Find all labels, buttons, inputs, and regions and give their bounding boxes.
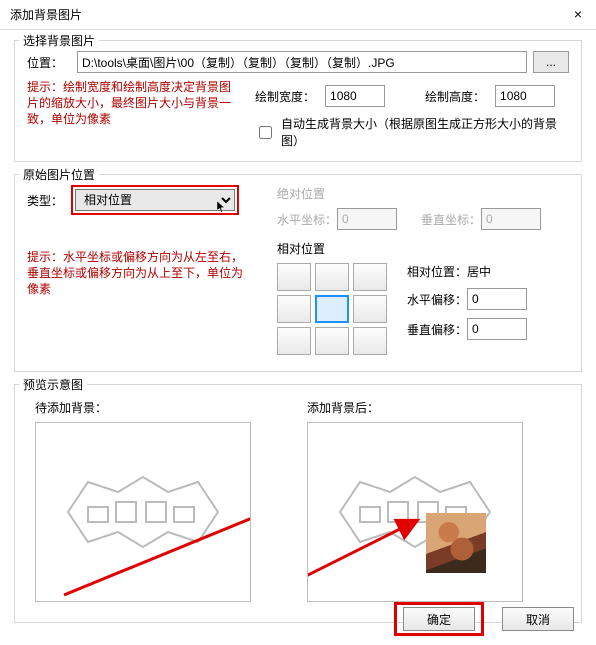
ok-button[interactable]: 确定 — [403, 607, 475, 631]
preview-legend: 预览示意图 — [19, 376, 87, 393]
type-highlight: 相对位置 — [71, 185, 239, 215]
rel-hoff-input[interactable] — [467, 288, 527, 310]
grid-cell-tl[interactable] — [277, 263, 311, 291]
position-grid — [277, 263, 387, 355]
abs-y-label: 垂直坐标： — [421, 211, 481, 228]
rel-pos-value: 居中 — [467, 263, 507, 280]
grid-cell-ml[interactable] — [277, 295, 311, 323]
position-hint: 提示：水平坐标或偏移方向为从左至右，垂直坐标或偏移方向为从上至下，单位为像素 — [27, 249, 247, 297]
preview-overlay-image — [426, 513, 486, 573]
rel-pos-label: 相对位置： — [407, 263, 467, 280]
rel-voff-label: 垂直偏移： — [407, 321, 467, 338]
path-input[interactable] — [77, 51, 527, 73]
close-icon[interactable]: × — [574, 6, 582, 22]
abs-x-input — [337, 208, 397, 230]
draw-width-input[interactable] — [325, 85, 385, 107]
preview-before-label: 待添加背景： — [35, 399, 251, 416]
window-title: 添加背景图片 — [10, 6, 82, 23]
grid-cell-bl[interactable] — [277, 327, 311, 355]
auto-size-checkbox[interactable] — [259, 126, 272, 139]
preview-before-image — [58, 472, 228, 552]
browse-label: ... — [546, 55, 556, 69]
preview-before-box — [35, 422, 251, 602]
type-select[interactable]: 相对位置 — [75, 189, 235, 211]
absolute-group: 绝对位置 水平坐标： 垂直坐标： — [277, 185, 569, 230]
rel-voff-input[interactable] — [467, 318, 527, 340]
auto-size-label: 自动生成背景大小（根据原图生成正方形大小的背景图） — [281, 115, 569, 149]
original-position-legend: 原始图片位置 — [19, 166, 99, 183]
draw-height-label: 绘制高度： — [425, 88, 485, 105]
relative-group-title: 相对位置 — [277, 240, 569, 257]
absolute-group-title: 绝对位置 — [277, 185, 569, 202]
grid-cell-tr[interactable] — [353, 263, 387, 291]
grid-cell-bc[interactable] — [315, 327, 349, 355]
browse-button[interactable]: ... — [533, 51, 569, 73]
select-hint: 提示：绘制宽度和绘制高度决定背景图片的缩放大小，最终图片大小与背景一致，单位为像… — [27, 79, 237, 127]
abs-x-label: 水平坐标： — [277, 211, 337, 228]
rel-hoff-label: 水平偏移： — [407, 291, 467, 308]
select-image-group: 选择背景图片 位置： ... 提示：绘制宽度和绘制高度决定背景图片的缩放大小，最… — [14, 40, 582, 162]
preview-group: 预览示意图 待添加背景： — [14, 384, 582, 623]
ok-highlight: 确定 — [394, 602, 484, 636]
grid-cell-tc[interactable] — [315, 263, 349, 291]
draw-height-input[interactable] — [495, 85, 555, 107]
path-label: 位置： — [27, 54, 71, 71]
preview-after-box — [307, 422, 523, 602]
grid-cell-mr[interactable] — [353, 295, 387, 323]
footer: 确定 取消 — [394, 602, 574, 636]
abs-y-input — [481, 208, 541, 230]
title-bar: 添加背景图片 × — [0, 0, 596, 30]
preview-after-label: 添加背景后： — [307, 399, 523, 416]
draw-width-label: 绘制宽度： — [255, 88, 315, 105]
select-image-legend: 选择背景图片 — [19, 32, 99, 49]
type-label: 类型： — [27, 192, 71, 209]
relative-group: 相对位置 — [277, 240, 569, 355]
grid-cell-br[interactable] — [353, 327, 387, 355]
grid-cell-center[interactable] — [315, 295, 349, 323]
original-position-group: 原始图片位置 类型： 相对位置 提示：水平坐标或偏移方向为从左至右，垂直坐标或偏… — [14, 174, 582, 372]
cancel-button[interactable]: 取消 — [502, 607, 574, 631]
